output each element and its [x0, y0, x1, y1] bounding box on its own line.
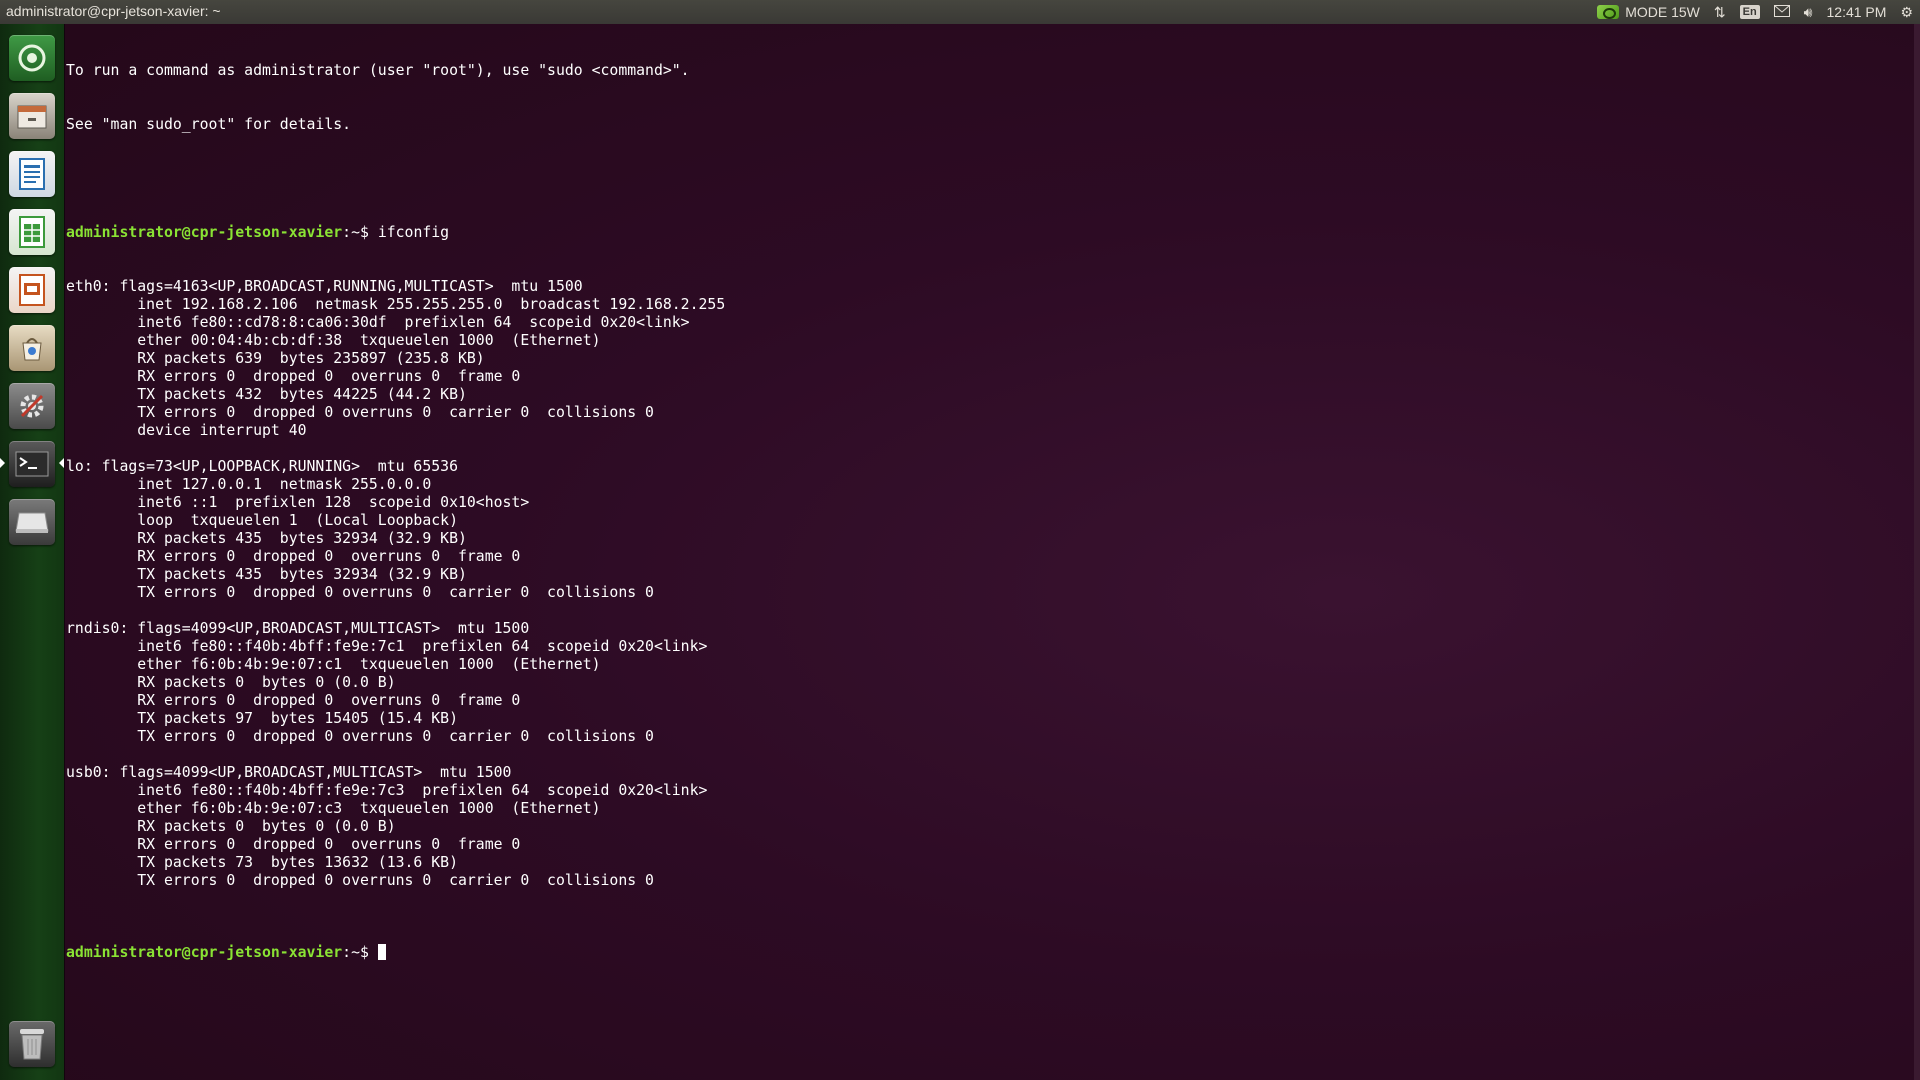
launcher — [0, 24, 64, 1080]
output-line: RX errors 0 dropped 0 overruns 0 frame 0 — [66, 368, 521, 385]
output-line: RX packets 639 bytes 235897 (235.8 KB) — [66, 350, 485, 367]
prompt-suffix: :~$ — [342, 224, 378, 241]
libreoffice-writer-icon — [9, 151, 55, 197]
active-marker-left — [0, 458, 5, 468]
launcher-item-settings[interactable] — [6, 380, 58, 432]
output-line: device interrupt 40 — [66, 422, 307, 439]
output-line: inet6 fe80::f40b:4bff:fe9e:7c1 prefixlen… — [66, 638, 708, 655]
output-line: RX errors 0 dropped 0 overruns 0 frame 0 — [66, 692, 521, 709]
command-line: administrator@cpr-jetson-xavier:~$ ifcon… — [66, 224, 725, 242]
launcher-item-writer[interactable] — [6, 148, 58, 200]
clock-label: 12:41 PM — [1826, 4, 1887, 20]
prompt-user-host: administrator@cpr-jetson-xavier — [66, 224, 343, 241]
nvidia-icon — [1597, 5, 1620, 19]
files-icon — [9, 93, 55, 139]
launcher-item-impress[interactable] — [6, 264, 58, 316]
top-panel: administrator@cpr-jetson-xavier: ~ MODE … — [0, 0, 1920, 24]
chromium-icon — [9, 35, 55, 81]
prompt-suffix: :~$ — [342, 944, 378, 961]
terminal-icon — [9, 441, 55, 487]
keyboard-indicator[interactable]: En — [1733, 0, 1767, 24]
power-mode-label: MODE 15W — [1625, 4, 1700, 20]
output-line: lo: flags=73<UP,LOOPBACK,RUNNING> mtu 65… — [66, 458, 458, 475]
drive-icon — [9, 499, 55, 545]
window-title: administrator@cpr-jetson-xavier: ~ — [6, 3, 221, 19]
intro-line: To run a command as administrator (user … — [66, 62, 690, 79]
text-cursor — [377, 944, 386, 960]
session-indicator[interactable]: ⚙ — [1893, 0, 1920, 24]
output-line: ether 00:04:4b:cb:df:38 txqueuelen 1000 … — [66, 332, 601, 349]
software-center-icon — [9, 325, 55, 371]
output-line: TX packets 432 bytes 44225 (44.2 KB) — [66, 386, 467, 403]
settings-gear-icon: ⚙ — [1900, 3, 1913, 20]
command-output: eth0: flags=4163<UP,BROADCAST,RUNNING,MU… — [66, 278, 725, 908]
output-line: TX packets 435 bytes 32934 (32.9 KB) — [66, 566, 467, 583]
power-mode-indicator[interactable]: MODE 15W — [1590, 0, 1707, 24]
libreoffice-impress-icon — [9, 267, 55, 313]
prompt-user-host: administrator@cpr-jetson-xavier — [66, 944, 343, 961]
output-line: TX errors 0 dropped 0 overruns 0 carrier… — [66, 728, 654, 745]
output-line: ether f6:0b:4b:9e:07:c1 txqueuelen 1000 … — [66, 656, 601, 673]
output-line: RX packets 0 bytes 0 (0.0 B) — [66, 818, 396, 835]
launcher-item-software[interactable] — [6, 322, 58, 374]
launcher-item-terminal[interactable] — [0, 438, 64, 490]
terminal-scrollbar[interactable] — [1914, 24, 1920, 1080]
output-line: ether f6:0b:4b:9e:07:c3 txqueuelen 1000 … — [66, 800, 601, 817]
network-icon: ⇅ — [1713, 3, 1726, 20]
mail-indicator[interactable] — [1767, 0, 1797, 24]
output-line: TX errors 0 dropped 0 overruns 0 carrier… — [66, 584, 654, 601]
launcher-item-chromium[interactable] — [6, 32, 58, 84]
keyboard-icon: En — [1739, 5, 1760, 19]
desktop: administrator@cpr-jetson-xavier: ~ MODE … — [0, 0, 1920, 1080]
mail-icon — [1773, 4, 1790, 20]
terminal-window[interactable]: To run a command as administrator (user … — [64, 24, 1914, 1080]
output-line: inet 127.0.0.1 netmask 255.0.0.0 — [66, 476, 432, 493]
intro-line: See "man sudo_root" for details. — [66, 116, 352, 133]
output-line: inet 192.168.2.106 netmask 255.255.255.0… — [66, 296, 726, 313]
network-indicator[interactable]: ⇅ — [1707, 0, 1733, 24]
output-line: RX errors 0 dropped 0 overruns 0 frame 0 — [66, 836, 521, 853]
launcher-item-files[interactable] — [6, 90, 58, 142]
output-line: inet6 fe80::cd78:8:ca06:30df prefixlen 6… — [66, 314, 690, 331]
output-line: loop txqueuelen 1 (Local Loopback) — [66, 512, 458, 529]
libreoffice-calc-icon — [9, 209, 55, 255]
trash-icon — [9, 1021, 55, 1067]
output-line: usb0: flags=4099<UP,BROADCAST,MULTICAST>… — [66, 764, 512, 781]
output-line: rndis0: flags=4099<UP,BROADCAST,MULTICAS… — [66, 620, 530, 637]
output-line: inet6 fe80::f40b:4bff:fe9e:7c3 prefixlen… — [66, 782, 708, 799]
clock-indicator[interactable]: 12:41 PM — [1820, 0, 1894, 24]
output-line: TX errors 0 dropped 0 overruns 0 carrier… — [66, 404, 654, 421]
system-settings-icon — [9, 383, 55, 429]
output-line: RX packets 0 bytes 0 (0.0 B) — [66, 674, 396, 691]
terminal-output: To run a command as administrator (user … — [66, 26, 725, 998]
output-line: TX errors 0 dropped 0 overruns 0 carrier… — [66, 872, 654, 889]
command-text: ifconfig — [377, 224, 450, 241]
output-line: RX packets 435 bytes 32934 (32.9 KB) — [66, 530, 467, 547]
launcher-item-drive[interactable] — [6, 496, 58, 548]
volume-icon: 🔊︎ — [1803, 3, 1813, 20]
active-marker-right — [59, 458, 64, 468]
launcher-item-calc[interactable] — [6, 206, 58, 258]
output-line: inet6 ::1 prefixlen 128 scopeid 0x10<hos… — [66, 494, 530, 511]
output-line: RX errors 0 dropped 0 overruns 0 frame 0 — [66, 548, 521, 565]
output-line: TX packets 73 bytes 13632 (13.6 KB) — [66, 854, 458, 871]
output-line: eth0: flags=4163<UP,BROADCAST,RUNNING,MU… — [66, 278, 583, 295]
indicator-area: MODE 15W ⇅ En 🔊︎ 12:41 PM ⚙ — [1590, 0, 1920, 24]
volume-indicator[interactable]: 🔊︎ — [1797, 0, 1820, 24]
output-line: TX packets 97 bytes 15405 (15.4 KB) — [66, 710, 458, 727]
launcher-item-trash[interactable] — [6, 1018, 58, 1070]
active-prompt-line[interactable]: administrator@cpr-jetson-xavier:~$ — [66, 944, 725, 962]
